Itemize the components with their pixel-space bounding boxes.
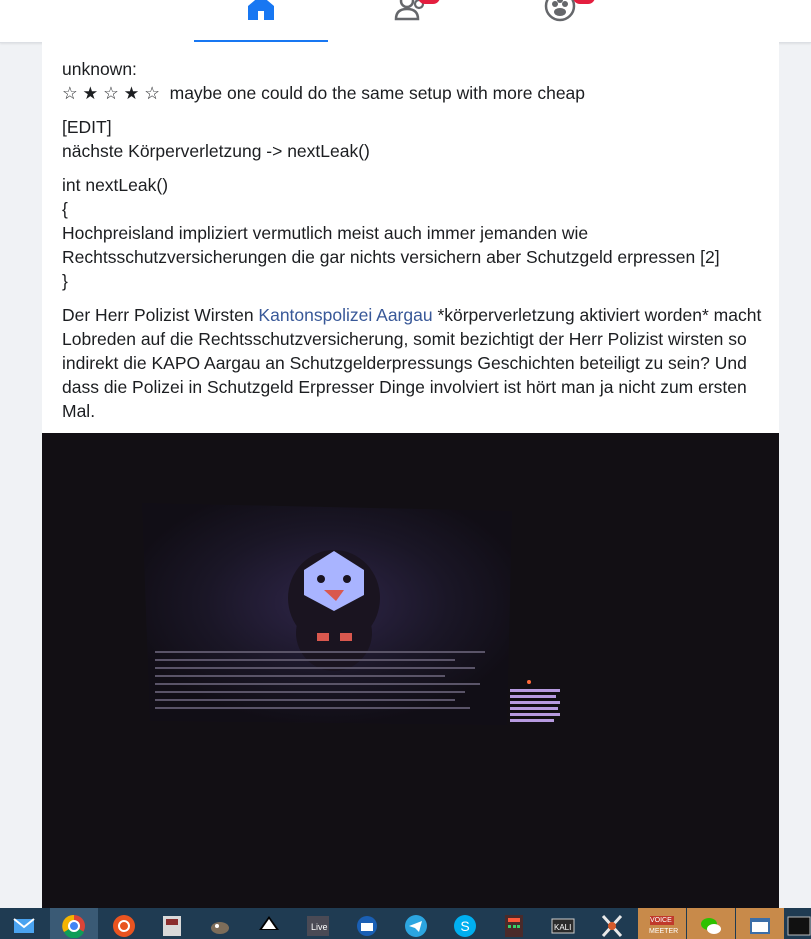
taskbar-voicemeeter[interactable]: VOICE MEETER	[638, 908, 686, 939]
code-close-brace: }	[62, 271, 68, 291]
taskbar-chrome[interactable]	[50, 908, 98, 939]
voice-label: VOICE	[650, 917, 672, 924]
code-open-brace: {	[62, 199, 68, 219]
taskbar-kali[interactable]: KALI	[539, 908, 587, 939]
wechat-icon	[701, 918, 721, 934]
x-icon	[601, 914, 623, 938]
taskbar-window[interactable]	[736, 908, 784, 939]
taskbar-wechat[interactable]	[687, 908, 735, 939]
mail-icon	[13, 918, 35, 933]
taskbar-skype[interactable]: S	[441, 908, 489, 939]
friends-badge	[418, 0, 440, 4]
post-body: unknown: ☆ ★ ☆ ★ ☆ maybe one could do th…	[62, 57, 762, 433]
app-icon	[163, 916, 181, 936]
code-signature: int nextLeak()	[62, 175, 169, 195]
chrome-icon	[62, 914, 85, 938]
home-icon	[248, 0, 274, 20]
taskbar-gimp[interactable]	[196, 908, 244, 939]
window-icon	[750, 918, 770, 934]
rating-comment: maybe one could do the same setup with m…	[169, 83, 586, 103]
taskbar-thunderbird[interactable]	[343, 908, 391, 939]
edit-tag: [EDIT]	[62, 117, 112, 137]
taskbar-inkscape[interactable]	[245, 908, 293, 939]
meeter-label: MEETER	[649, 928, 679, 935]
ubuntu-icon	[113, 915, 135, 937]
photo-scene	[42, 433, 779, 908]
terminal-icon	[787, 916, 811, 936]
main-paragraph: Der Herr Polizist Wirsten Kantonspolizei…	[62, 303, 762, 423]
calculator-icon	[505, 915, 523, 937]
groups-icon	[544, 0, 576, 22]
code-block: int nextLeak() { Hochpreisland implizier…	[62, 173, 762, 293]
taskbar-terminal[interactable]	[785, 908, 811, 939]
taskbar-live[interactable]: Live	[294, 908, 342, 939]
edit-block: [EDIT] nächste Körperverletzung -> nextL…	[62, 115, 762, 163]
rating-stars: ☆ ★ ☆ ★ ☆	[62, 83, 160, 103]
rating-label: unknown:	[62, 59, 137, 79]
skype-icon: S	[454, 915, 476, 937]
post-photo[interactable]	[42, 433, 779, 908]
os-taskbar: Live S KALI VOICE MEETER	[0, 908, 811, 939]
code-body: Hochpreisland impliziert vermutlich meis…	[62, 223, 720, 267]
paragraph-lead: Der Herr Polizist Wirsten	[62, 305, 259, 325]
tab-home[interactable]	[194, 0, 328, 43]
post-card: unknown: ☆ ★ ☆ ★ ☆ maybe one could do th…	[42, 42, 779, 908]
taskbar-ubuntu[interactable]	[100, 908, 148, 939]
groups-badge	[573, 0, 595, 4]
kantonspolizei-link[interactable]: Kantonspolizei Aargau	[258, 305, 432, 325]
telegram-icon	[405, 915, 427, 937]
taskbar-telegram[interactable]	[392, 908, 440, 939]
rating-block: unknown: ☆ ★ ☆ ★ ☆ maybe one could do th…	[62, 57, 762, 105]
inkscape-icon	[259, 916, 279, 930]
gimp-icon	[211, 922, 229, 934]
svg-text:S: S	[460, 918, 469, 934]
tab-groups[interactable]	[495, 0, 629, 42]
live-label: Live	[311, 922, 328, 932]
taskbar-x[interactable]	[588, 908, 636, 939]
tab-friends[interactable]	[340, 0, 474, 42]
top-nav-bar	[0, 0, 811, 43]
taskbar-calculator[interactable]	[490, 908, 538, 939]
edit-text: nächste Körperverletzung -> nextLeak()	[62, 141, 370, 161]
kali-label: KALI	[554, 923, 572, 932]
taskbar-mail[interactable]	[0, 908, 48, 939]
thunderbird-icon	[357, 916, 377, 936]
taskbar-app[interactable]	[148, 908, 196, 939]
rating-line: ☆ ★ ☆ ★ ☆ maybe one could do the same se…	[62, 81, 762, 105]
